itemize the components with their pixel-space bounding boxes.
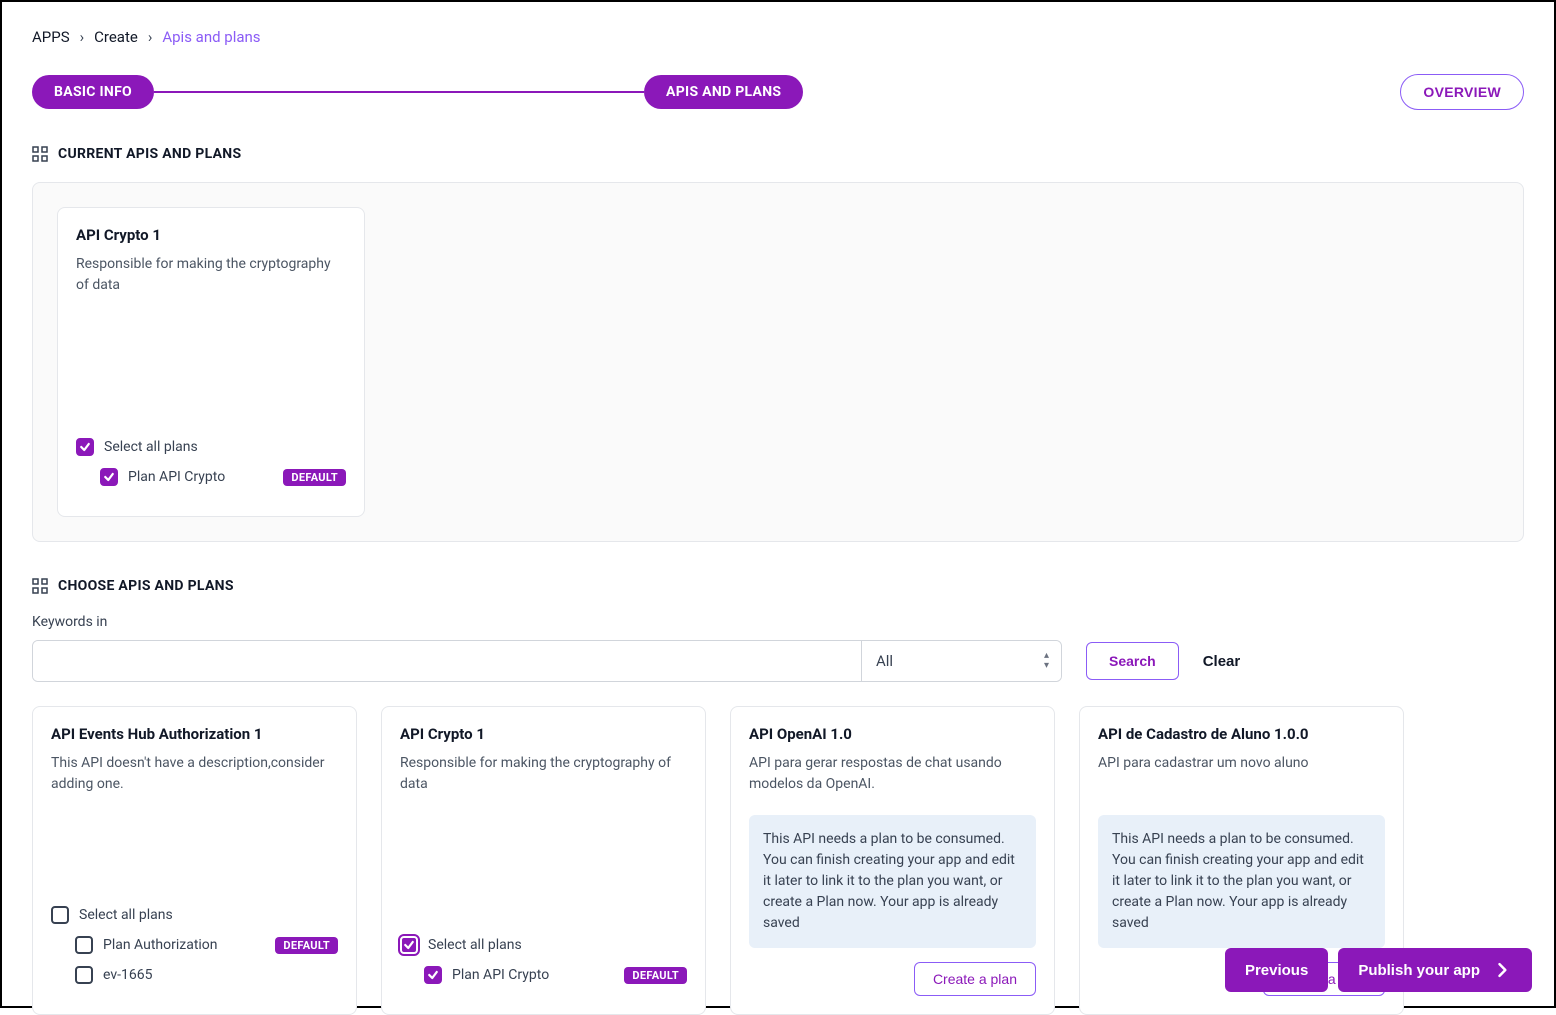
publish-label: Publish your app	[1358, 962, 1480, 979]
select-all-label: Select all plans	[79, 907, 173, 923]
search-button[interactable]: Search	[1086, 642, 1179, 680]
plan-checkbox[interactable]	[424, 966, 442, 984]
breadcrumb-create[interactable]: Create	[94, 28, 138, 46]
previous-button[interactable]: Previous	[1225, 948, 1328, 992]
overview-button[interactable]: OVERVIEW	[1400, 74, 1524, 110]
plan-checkbox[interactable]	[75, 936, 93, 954]
api-card-desc: API para cadastrar um novo aluno	[1098, 753, 1385, 774]
section-title-current: CURRENT APIS AND PLANS	[58, 146, 241, 162]
grid-icon	[32, 578, 48, 594]
plan-needed-alert: This API needs a plan to be consumed. Yo…	[749, 815, 1036, 948]
step-basic-info[interactable]: BASIC INFO	[32, 75, 154, 109]
stepper: BASIC INFO APIS AND PLANS	[32, 75, 803, 109]
current-apis-container: API Crypto 1 Responsible for making the …	[32, 182, 1524, 542]
plan-label: Plan API Crypto	[452, 967, 549, 983]
select-all-checkbox[interactable]	[400, 936, 418, 954]
search-input[interactable]	[33, 641, 861, 681]
publish-button[interactable]: Publish your app	[1338, 948, 1532, 992]
chevron-right-icon: ›	[80, 28, 85, 46]
plan-label: Plan API Crypto	[128, 469, 225, 485]
api-card-title: API Crypto 1	[76, 226, 346, 244]
default-badge: DEFAULT	[283, 469, 346, 486]
default-badge: DEFAULT	[275, 937, 338, 954]
footer-actions: Previous Publish your app	[1225, 948, 1532, 992]
api-card-title: API Crypto 1	[400, 725, 687, 743]
step-connector	[154, 91, 644, 93]
api-card-events-hub: API Events Hub Authorization 1 This API …	[32, 706, 357, 1015]
grid-icon	[32, 146, 48, 162]
breadcrumb-current: Apis and plans	[162, 28, 260, 46]
updown-icon: ▴▾	[1044, 651, 1049, 671]
plan-checkbox[interactable]	[100, 468, 118, 486]
current-api-card: API Crypto 1 Responsible for making the …	[57, 207, 365, 517]
api-card-title: API OpenAI 1.0	[749, 725, 1036, 743]
api-card-openai: API OpenAI 1.0 API para gerar respostas …	[730, 706, 1055, 1015]
search-filter-select[interactable]: All ▴▾	[861, 641, 1061, 681]
breadcrumb-apps[interactable]: APPS	[32, 28, 70, 46]
api-card-title: API Events Hub Authorization 1	[51, 725, 338, 743]
api-card-desc: API para gerar respostas de chat usando …	[749, 753, 1036, 795]
chevron-right-icon	[1492, 960, 1512, 980]
api-card-desc: Responsible for making the cryptography …	[76, 254, 346, 296]
select-all-checkbox[interactable]	[76, 438, 94, 456]
breadcrumb: APPS › Create › Apis and plans	[32, 28, 1524, 46]
select-value: All	[876, 652, 893, 670]
select-all-label: Select all plans	[428, 937, 522, 953]
create-plan-button[interactable]: Create a plan	[914, 962, 1036, 996]
search-input-wrap: All ▴▾	[32, 640, 1062, 682]
api-card-desc: Responsible for making the cryptography …	[400, 753, 687, 795]
plan-label: ev-1665	[103, 967, 152, 983]
api-card-title: API de Cadastro de Aluno 1.0.0	[1098, 725, 1385, 743]
api-card-desc: This API doesn't have a description,cons…	[51, 753, 338, 795]
clear-button[interactable]: Clear	[1203, 653, 1241, 670]
step-apis-and-plans[interactable]: APIS AND PLANS	[644, 75, 803, 109]
default-badge: DEFAULT	[624, 967, 687, 984]
api-card-crypto: API Crypto 1 Responsible for making the …	[381, 706, 706, 1015]
plan-needed-alert: This API needs a plan to be consumed. Yo…	[1098, 815, 1385, 948]
chevron-right-icon: ›	[148, 28, 153, 46]
section-title-choose: CHOOSE APIS AND PLANS	[58, 578, 234, 594]
select-all-checkbox[interactable]	[51, 906, 69, 924]
plan-label: Plan Authorization	[103, 937, 218, 953]
plan-checkbox[interactable]	[75, 966, 93, 984]
select-all-label: Select all plans	[104, 439, 198, 455]
keywords-label: Keywords in	[32, 614, 1524, 630]
